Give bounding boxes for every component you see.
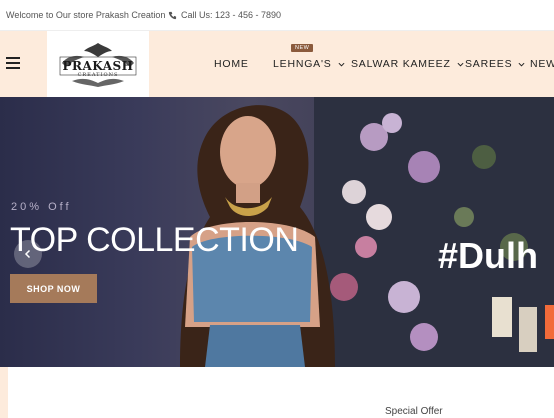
side-tab[interactable]: [545, 305, 554, 339]
chevron-down-icon: [457, 62, 464, 67]
phone-number: Call Us: 123 - 456 - 7890: [181, 10, 282, 20]
offers-card: [8, 367, 554, 418]
new-badge: NEW: [291, 44, 314, 52]
nav-lehngas[interactable]: LEHNGA'S: [273, 58, 345, 70]
phone-info[interactable]: Call Us: 123 - 456 - 7890: [168, 10, 281, 20]
nav-home[interactable]: HOME: [214, 58, 249, 70]
chevron-down-icon: [518, 62, 525, 67]
chevron-down-icon: [338, 62, 345, 67]
site-header: PRAKASH CREATIONS HOME NEW LEHNGA'S SALW…: [0, 31, 554, 97]
discount-text: 20% Off: [11, 201, 72, 213]
nav-sarees-label: SAREES: [465, 58, 513, 70]
flowers-decoration: [314, 97, 554, 367]
welcome-message: Welcome to Our store Prakash Creation: [6, 10, 166, 20]
nav-salwar-kameez-label: SALWAR KAMEEZ: [351, 58, 451, 70]
nav-salwar-kameez[interactable]: SALWAR KAMEEZ: [351, 58, 464, 70]
nav-lehngas-label: LEHNGA'S: [273, 58, 332, 70]
special-offer-heading: Special Offer: [385, 406, 443, 417]
nav-new-label: NEW: [530, 58, 554, 70]
nav-home-label: HOME: [214, 58, 249, 70]
shop-now-button[interactable]: SHOP NOW: [10, 274, 97, 303]
phone-icon: [168, 11, 177, 19]
hero-headline: TOP COLLECTION: [10, 221, 299, 259]
nav-sarees[interactable]: SAREES: [465, 58, 525, 70]
nav-new[interactable]: NEW: [530, 58, 554, 70]
slider-prev-button[interactable]: [14, 240, 42, 268]
offers-section: Special Offer: [0, 367, 554, 418]
next-slide-headline: #Dulh: [438, 235, 539, 276]
chevron-left-icon: [24, 249, 31, 259]
top-info-bar: Welcome to Our store Prakash Creation Ca…: [0, 0, 554, 31]
hero-banner: 20% Off TOP COLLECTION SHOP NOW #Dulh: [0, 97, 554, 367]
main-nav: HOME NEW LEHNGA'S SALWAR KAMEEZ SAREES N…: [0, 31, 554, 97]
